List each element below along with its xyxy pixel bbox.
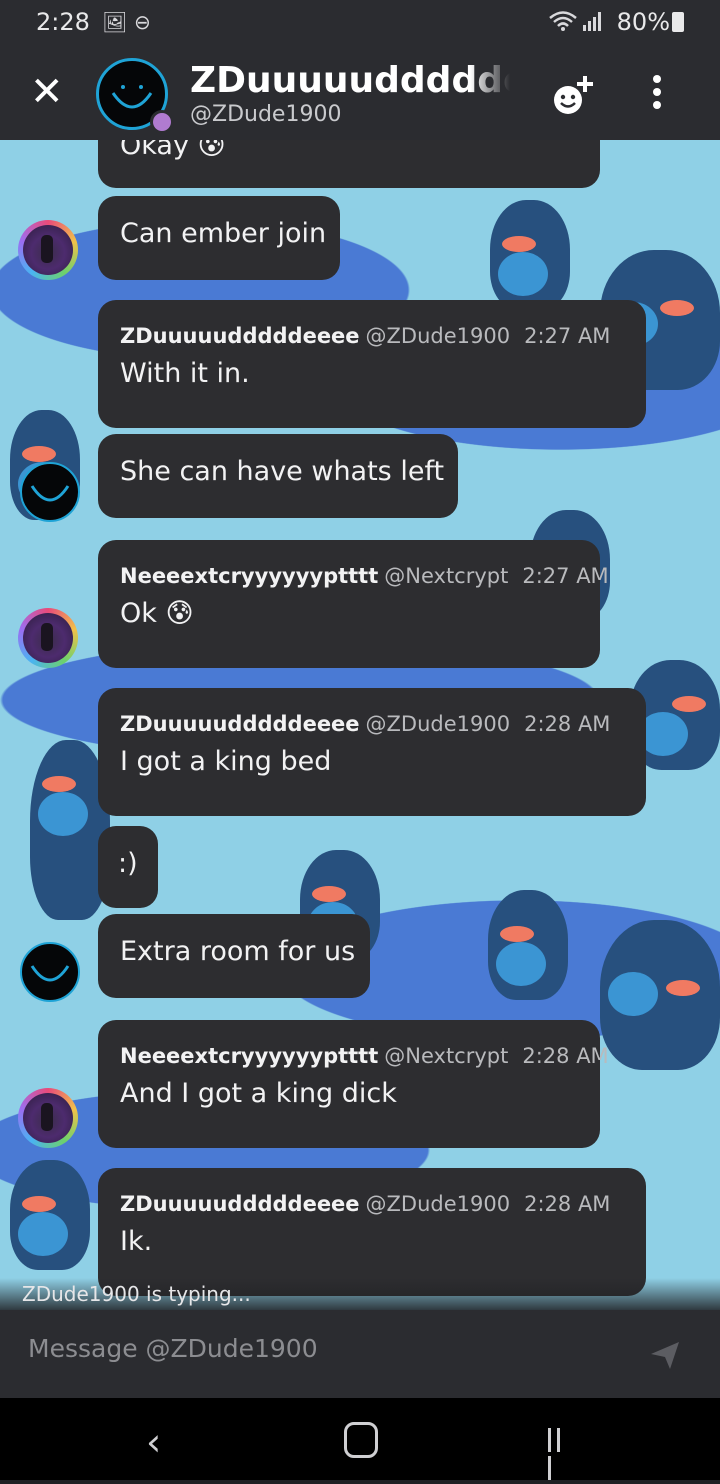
- author-handle: @ZDude1900: [365, 1192, 511, 1216]
- author-name[interactable]: ZDuuuuudddddeeee: [120, 1192, 360, 1216]
- avatar[interactable]: [18, 220, 78, 280]
- user-handle: @ZDude1900: [190, 102, 342, 127]
- message-text: With it in.: [120, 358, 250, 389]
- dnd-icon: ⊖: [134, 10, 151, 34]
- message-meta: Neeeextcryyyyyyptttt @Nextcrypt 2:27 AM: [120, 564, 609, 588]
- message-time: 2:28 AM: [522, 1044, 609, 1068]
- recents-icon[interactable]: [548, 1428, 572, 1480]
- author-handle: @ZDude1900: [365, 712, 511, 736]
- message-text: Extra room for us: [120, 936, 356, 967]
- message-composer: Message @ZDude1900: [0, 1310, 720, 1398]
- message-bubble[interactable]: ZDuuuuudddddeeee @ZDude1900 2:27 AM With i…: [98, 300, 646, 428]
- system-nav-bar: ‹: [0, 1398, 720, 1480]
- typing-indicator-text: ZDude1900 is typing...: [22, 1282, 251, 1306]
- message-time: 2:27 AM: [524, 324, 611, 348]
- author-name[interactable]: Neeeextcryyyyyyptttt: [120, 564, 378, 588]
- author-handle: @ZDude1900: [365, 324, 511, 348]
- message-time: 2:27 AM: [522, 564, 609, 588]
- avatar[interactable]: [20, 462, 80, 522]
- penguin-decoration: [10, 1160, 90, 1270]
- message-meta: ZDuuuuudddddeeee @ZDude1900 2:28 AM: [120, 712, 624, 736]
- avatar[interactable]: [20, 942, 80, 1002]
- message-bubble[interactable]: Neeeextcryyyyyyptttt @Nextcrypt 2:28 AM An…: [98, 1020, 609, 1148]
- more-icon[interactable]: [648, 72, 666, 112]
- author-name[interactable]: Neeeextcryyyyyyptttt: [120, 1044, 378, 1068]
- battery-level: 80%: [616, 8, 670, 36]
- penguin-decoration: [600, 920, 720, 1070]
- message-text: She can have whats left: [120, 456, 445, 487]
- message-text: Can ember join: [120, 218, 327, 249]
- signal-icon: [582, 10, 604, 37]
- message-bubble[interactable]: Extra room for us: [98, 914, 370, 998]
- home-icon[interactable]: [344, 1422, 378, 1458]
- author-name[interactable]: ZDuuuuudddddeeee: [120, 324, 360, 348]
- chat-header: ✕ ZDuuuuuddddde @ZDude1900: [0, 44, 720, 140]
- message-bubble[interactable]: Can ember join: [98, 196, 340, 280]
- penguin-decoration: [490, 200, 570, 310]
- page-title: ZDuuuuuddddde: [190, 60, 510, 101]
- close-icon[interactable]: ✕: [30, 72, 64, 112]
- message-meta: Neeeextcryyyyyyptttt @Nextcrypt 2:28 AM: [120, 1044, 609, 1068]
- author-handle: @Nextcrypt: [384, 564, 509, 588]
- add-friend-icon[interactable]: [550, 74, 594, 118]
- avatar[interactable]: [18, 1088, 78, 1148]
- gallery-icon: 🖼: [102, 10, 128, 34]
- back-icon[interactable]: ‹: [146, 1420, 161, 1464]
- message-time: 2:28 AM: [524, 1192, 611, 1216]
- message-text: Okay 😰: [120, 140, 226, 161]
- message-bubble[interactable]: ZDuuuuudddddeeee @ZDude1900 2:28 AM Ik.: [98, 1168, 646, 1296]
- penguin-decoration: [488, 890, 568, 1000]
- message-text: Ik.: [120, 1226, 153, 1257]
- avatar[interactable]: [18, 608, 78, 668]
- message-meta: ZDuuuuudddddeeee @ZDude1900 2:28 AM: [120, 1192, 624, 1216]
- message-meta: ZDuuuuudddddeeee @ZDude1900 2:27 AM: [120, 324, 624, 348]
- message-list[interactable]: Okay 😰 Can ember join ZDuuuuudddddeeee @Z…: [0, 140, 720, 1310]
- message-text: I got a king bed: [120, 746, 332, 777]
- message-text: :): [118, 848, 138, 879]
- message-text: Ok 😰: [120, 598, 194, 629]
- status-time: 2:28: [36, 8, 90, 36]
- presence-indicator: [150, 110, 174, 134]
- typing-indicator: ZDude1900 is typing...: [0, 1278, 720, 1310]
- message-input[interactable]: Message @ZDude1900: [28, 1334, 318, 1363]
- message-bubble[interactable]: :): [98, 826, 158, 908]
- message-bubble[interactable]: She can have whats left: [98, 434, 458, 518]
- battery-icon: [672, 12, 684, 32]
- message-time: 2:28 AM: [524, 712, 611, 736]
- message-bubble[interactable]: Neeeextcryyyyyyptttt @Nextcrypt 2:27 AM Ok…: [98, 540, 609, 668]
- message-text: And I got a king dick: [120, 1078, 397, 1109]
- status-bar: 2:28 🖼 ⊖ 80%: [0, 0, 720, 44]
- author-handle: @Nextcrypt: [384, 1044, 509, 1068]
- wifi-icon: [548, 10, 578, 37]
- message-bubble[interactable]: Okay 😰: [98, 140, 600, 188]
- send-icon[interactable]: [648, 1338, 682, 1372]
- author-name[interactable]: ZDuuuuudddddeeee: [120, 712, 360, 736]
- message-bubble[interactable]: ZDuuuuudddddeeee @ZDude1900 2:28 AM I got …: [98, 688, 646, 816]
